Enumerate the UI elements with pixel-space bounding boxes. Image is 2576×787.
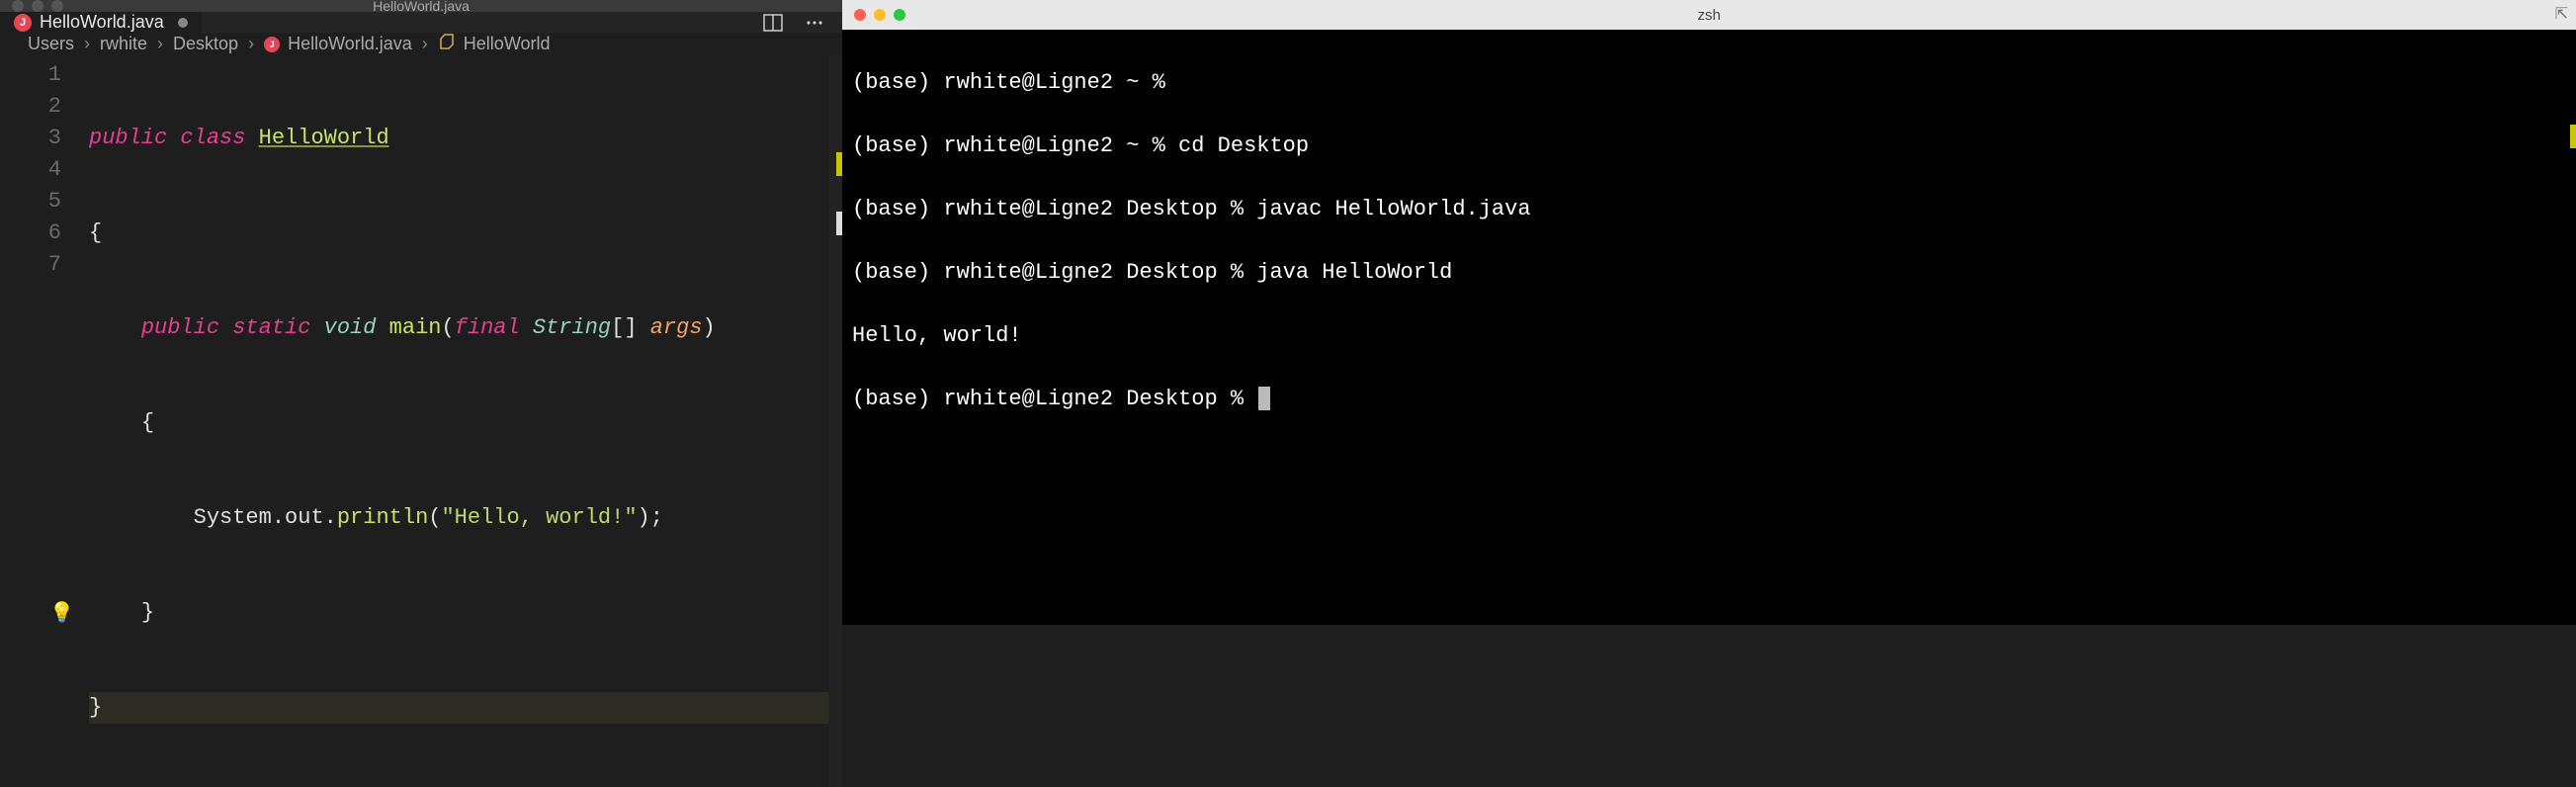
editor-tabbar: J HelloWorld.java bbox=[0, 12, 842, 33]
tab-label: HelloWorld.java bbox=[40, 12, 164, 33]
terminal-window: zsh ⇱ (base) rwhite@Ligne2 ~ % (base) rw… bbox=[842, 0, 2576, 625]
breadcrumb-users: Users bbox=[28, 34, 74, 54]
minimap-scrollbar[interactable] bbox=[828, 55, 842, 787]
code-line: System.out.println("Hello, world!"); bbox=[89, 502, 842, 534]
class-symbol-icon bbox=[438, 33, 456, 55]
terminal-line: (base) rwhite@Ligne2 Desktop % java Hell… bbox=[852, 257, 2566, 289]
line-number: 3 bbox=[0, 123, 89, 154]
tab-helloworld[interactable]: J HelloWorld.java bbox=[0, 12, 202, 33]
code-line: { bbox=[89, 218, 842, 249]
terminal-line: (base) rwhite@Ligne2 Desktop % javac Hel… bbox=[852, 194, 2566, 225]
code-line: public static void main(final String[] a… bbox=[89, 312, 842, 344]
breadcrumb-symbol: HelloWorld bbox=[438, 33, 551, 55]
lightbulb-icon[interactable]: 💡 bbox=[49, 599, 74, 631]
code-content[interactable]: public class HelloWorld { public static … bbox=[89, 59, 842, 787]
terminal-line: (base) rwhite@Ligne2 ~ % cd Desktop bbox=[852, 131, 2566, 162]
code-line: } bbox=[89, 692, 842, 724]
terminal-traffic-lights bbox=[842, 9, 905, 21]
chevron-right-icon: › bbox=[422, 34, 428, 54]
split-editor-icon[interactable] bbox=[763, 13, 783, 33]
code-line: { bbox=[89, 407, 842, 439]
terminal-zoom-button[interactable] bbox=[894, 9, 905, 21]
line-number: 6 bbox=[0, 218, 89, 249]
chevron-right-icon: › bbox=[248, 34, 254, 54]
code-line: 💡 } bbox=[89, 597, 842, 629]
editor-zoom-button[interactable] bbox=[51, 0, 63, 12]
editor-close-button[interactable] bbox=[12, 0, 24, 12]
tabbar-actions bbox=[763, 12, 842, 33]
editor-traffic-lights bbox=[0, 0, 63, 12]
line-number: 1 bbox=[0, 59, 89, 91]
proxy-icon[interactable]: ⇱ bbox=[2555, 4, 2568, 24]
breadcrumb[interactable]: Users › rwhite › Desktop › J HelloWorld.… bbox=[0, 33, 842, 55]
chevron-right-icon: › bbox=[84, 34, 90, 54]
terminal-line: Hello, world! bbox=[852, 320, 2566, 352]
terminal-line: (base) rwhite@Ligne2 ~ % bbox=[852, 67, 2566, 99]
code-editor[interactable]: 1 2 3 4 5 6 7 public class HelloWorld { … bbox=[0, 55, 842, 787]
dirty-indicator-icon bbox=[178, 18, 188, 28]
more-actions-icon[interactable] bbox=[805, 13, 824, 33]
terminal-line: (base) rwhite@Ligne2 Desktop % bbox=[852, 384, 2566, 415]
line-number: 5 bbox=[0, 186, 89, 218]
java-file-icon: J bbox=[264, 37, 280, 52]
vscode-editor-window: HelloWorld.java J HelloWorld.java Users … bbox=[0, 0, 842, 625]
terminal-body[interactable]: (base) rwhite@Ligne2 ~ % (base) rwhite@L… bbox=[842, 30, 2576, 625]
breadcrumb-file: J HelloWorld.java bbox=[264, 34, 412, 54]
line-gutter: 1 2 3 4 5 6 7 bbox=[0, 59, 89, 787]
terminal-cursor bbox=[1258, 387, 1270, 410]
line-number: 7 bbox=[0, 249, 89, 281]
terminal-title: zsh bbox=[842, 7, 2576, 24]
editor-minimize-button[interactable] bbox=[32, 0, 43, 12]
breadcrumb-rwhite: rwhite bbox=[100, 34, 147, 54]
java-file-icon: J bbox=[14, 14, 32, 32]
line-number: 2 bbox=[0, 91, 89, 123]
chevron-right-icon: › bbox=[157, 34, 163, 54]
editor-titlebar: HelloWorld.java bbox=[0, 0, 842, 12]
breadcrumb-desktop: Desktop bbox=[173, 34, 238, 54]
terminal-scroll-marker-icon bbox=[2570, 125, 2576, 148]
terminal-close-button[interactable] bbox=[854, 9, 866, 21]
terminal-titlebar: zsh ⇱ bbox=[842, 0, 2576, 30]
editor-title: HelloWorld.java bbox=[0, 0, 842, 14]
code-line: public class HelloWorld bbox=[89, 123, 842, 154]
line-number: 4 bbox=[0, 154, 89, 186]
terminal-minimize-button[interactable] bbox=[874, 9, 886, 21]
